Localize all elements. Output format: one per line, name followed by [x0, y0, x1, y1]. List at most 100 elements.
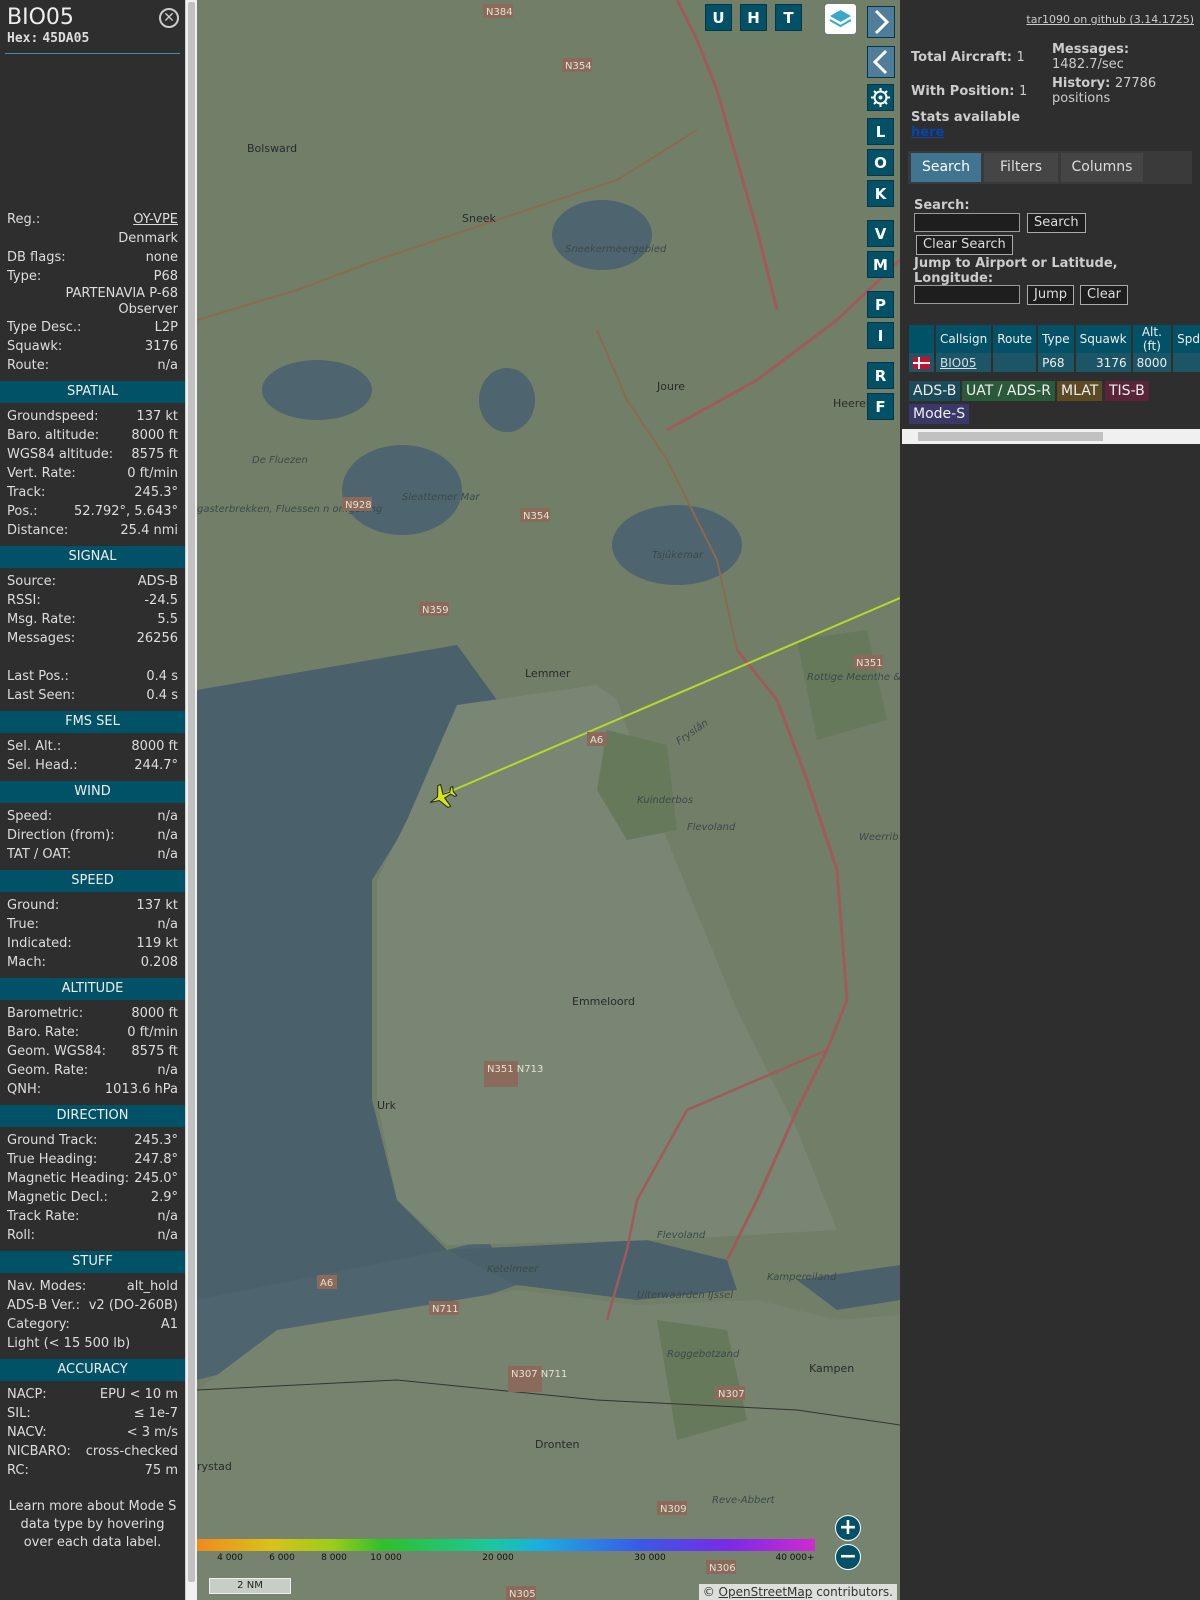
detail-label[interactable]: Msg. Rate:	[7, 610, 76, 629]
map-canvas[interactable]: Bolsward Sneek Joure Heeren Lemmer Emmel…	[197, 0, 900, 1600]
map-button-u[interactable]: U	[705, 4, 732, 31]
detail-label[interactable]: Light (< 15 500 lb)	[7, 1334, 130, 1353]
detail-label[interactable]: True:	[7, 915, 39, 934]
detail-value: 245.0°	[134, 1171, 178, 1186]
detail-label[interactable]: Magnetic Decl.:	[7, 1188, 108, 1207]
detail-label[interactable]: Geom. Rate:	[7, 1061, 88, 1080]
detail-label[interactable]: Last Pos.:	[7, 667, 69, 686]
detail-label[interactable]: RSSI:	[7, 591, 41, 610]
detail-label[interactable]: Distance:	[7, 521, 68, 540]
map-button-m[interactable]: M	[867, 251, 894, 278]
layers-icon[interactable]	[825, 4, 856, 34]
detail-label[interactable]: Last Seen:	[7, 686, 75, 705]
detail-label[interactable]: TAT / OAT:	[7, 845, 71, 864]
detail-label[interactable]: RC:	[7, 1461, 29, 1480]
place-label: Sleattemer Mar	[402, 492, 480, 503]
tab-columns[interactable]: Columns	[1061, 153, 1143, 182]
detail-value: 8575 ft	[131, 1044, 178, 1059]
table-scrollbar-thumb[interactable]	[918, 432, 1103, 441]
detail-label[interactable]: Mach:	[7, 953, 46, 972]
detail-label[interactable]: Magnetic Heading:	[7, 1169, 129, 1188]
expand-sidebar-chevron-right-icon[interactable]	[867, 6, 895, 38]
detail-label[interactable]: QNH:	[7, 1080, 41, 1099]
sidebar-footer-text: Learn more about Mode S data type by hov…	[8, 1499, 177, 1550]
detail-label[interactable]: Baro. altitude:	[7, 426, 99, 445]
detail-label[interactable]: Ground:	[7, 896, 59, 915]
jump-input[interactable]	[914, 285, 1020, 304]
detail-label[interactable]: Roll:	[7, 1226, 35, 1245]
map-view[interactable]: Bolsward Sneek Joure Heeren Lemmer Emmel…	[197, 0, 900, 1600]
search-button[interactable]: Search	[1027, 213, 1086, 233]
detail-label[interactable]: NACV:	[7, 1423, 47, 1442]
detail-label[interactable]: Sel. Alt.:	[7, 737, 61, 756]
map-button-p[interactable]: P	[867, 291, 894, 318]
map-button-k[interactable]: K	[867, 180, 894, 207]
map-button-t[interactable]: T	[775, 4, 802, 31]
detail-label[interactable]: Barometric:	[7, 1004, 83, 1023]
clear-search-button[interactable]: Clear Search	[916, 235, 1013, 255]
sidebar-scrollbar-thumb[interactable]	[188, 2, 195, 1582]
detail-label[interactable]: Geom. WGS84:	[7, 1042, 106, 1061]
zoom-in-plus-icon[interactable]: +	[835, 1515, 861, 1541]
collapse-chevron-left-icon[interactable]	[867, 46, 895, 78]
detail-label[interactable]: Groundspeed:	[7, 407, 98, 426]
place-label: Lemmer	[525, 667, 571, 680]
detail-label[interactable]: Source:	[7, 572, 56, 591]
detail-label[interactable]: Speed:	[7, 807, 52, 826]
settings-gear-icon[interactable]	[867, 84, 894, 111]
detail-label[interactable]: Pos.:	[7, 502, 38, 521]
map-button-r[interactable]: R	[867, 362, 894, 389]
detail-label[interactable]: Direction (from):	[7, 826, 115, 845]
clear-button[interactable]: Clear	[1080, 285, 1128, 305]
column-header-type[interactable]: Type	[1038, 325, 1074, 353]
detail-label[interactable]: Ground Track:	[7, 1131, 97, 1150]
detail-label[interactable]: NICBARO:	[7, 1442, 71, 1461]
detail-label[interactable]: Vert. Rate:	[7, 464, 76, 483]
search-input[interactable]	[914, 213, 1020, 232]
detail-label[interactable]: ADS-B Ver.:	[7, 1296, 80, 1315]
column-header-flag[interactable]	[909, 325, 934, 353]
column-header-route[interactable]: Route	[993, 325, 1037, 353]
tab-search[interactable]: Search	[911, 153, 981, 182]
jump-button[interactable]: Jump	[1027, 285, 1074, 305]
detail-label[interactable]: Track Rate:	[7, 1207, 79, 1226]
map-button-f[interactable]: F	[867, 393, 894, 420]
detail-label[interactable]: Baro. Rate:	[7, 1023, 79, 1042]
column-header-altitude[interactable]: Alt. (ft)	[1132, 325, 1172, 353]
sidebar-scrollbar[interactable]	[185, 0, 197, 1600]
map-button-v[interactable]: V	[867, 220, 894, 247]
map-button-l[interactable]: L	[867, 118, 894, 145]
map-button-o[interactable]: O	[867, 149, 894, 176]
github-link[interactable]: tar1090 on github (3.14.1725)	[1026, 13, 1194, 26]
detail-label[interactable]: True Heading:	[7, 1150, 97, 1169]
detail-label[interactable]: Sel. Head.:	[7, 756, 78, 775]
detail-label[interactable]: WGS84 altitude:	[7, 445, 113, 464]
detail-label[interactable]: Track:	[7, 483, 45, 502]
detail-value: n/a	[157, 828, 178, 843]
close-icon[interactable]: ✕	[159, 8, 179, 28]
detail-label[interactable]: Nav. Modes:	[7, 1277, 86, 1296]
detail-label[interactable]: Messages:	[7, 629, 75, 648]
map-button-i[interactable]: I	[867, 322, 894, 349]
table-row[interactable]: BIO05 P68 3176 8000	[909, 353, 1200, 372]
altitude-tick-label: 8 000	[321, 1553, 347, 1563]
map-button-h[interactable]: H	[740, 4, 767, 31]
openstreetmap-link[interactable]: OpenStreetMap	[719, 1585, 813, 1599]
tab-filters[interactable]: Filters	[984, 153, 1058, 182]
callsign-link[interactable]: BIO05	[940, 356, 977, 370]
road-label: N351	[856, 658, 883, 669]
detail-label[interactable]: Category:	[7, 1315, 70, 1334]
detail-label[interactable]: SIL:	[7, 1404, 31, 1423]
column-header-speed[interactable]: Spd.	[1173, 325, 1200, 353]
table-horizontal-scrollbar[interactable]	[902, 429, 1200, 444]
column-header-callsign[interactable]: Callsign	[936, 325, 992, 353]
detail-label[interactable]: NACP:	[7, 1385, 47, 1404]
stats-here-link[interactable]: here	[911, 125, 944, 140]
detail-label[interactable]: Indicated:	[7, 934, 72, 953]
registration-link[interactable]: OY-VPE	[133, 210, 178, 229]
detail-value: 8000 ft	[131, 1006, 178, 1021]
column-header-squawk[interactable]: Squawk	[1075, 325, 1131, 353]
info-row: Squawk: 3176	[0, 337, 185, 356]
callsign-cell[interactable]: BIO05	[936, 353, 992, 372]
zoom-out-minus-icon[interactable]: −	[835, 1544, 861, 1570]
